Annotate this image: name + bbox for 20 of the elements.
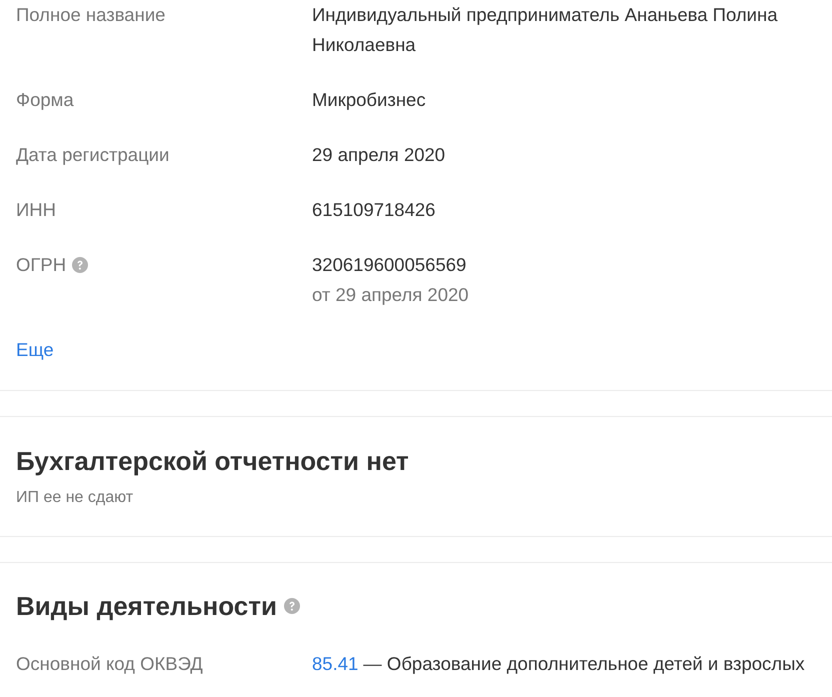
activity-description: — Образование дополнительное детей и взрослых — [363, 652, 805, 676]
field-value: Индивидуальный предприниматель Ананьева Полина Николаевна — [312, 3, 778, 57]
help-icon[interactable] — [72, 257, 88, 273]
field-note: от 29 апреля 2020 — [312, 283, 470, 307]
section-subtitle: ИП ее не сдают — [16, 488, 134, 508]
section-heading: Бухгалтерской отчетности нет — [16, 445, 410, 477]
field-label: Основной код ОКВЭД — [16, 652, 204, 676]
field-label: ОГРН — [16, 253, 66, 277]
help-icon[interactable] — [284, 598, 300, 614]
field-label: Форма — [16, 88, 74, 112]
okved-code-link[interactable]: 85.41 — [312, 649, 358, 679]
field-label: ИНН — [16, 198, 56, 222]
section-heading: Виды деятельности — [16, 590, 277, 622]
field-value: Микробизнес — [312, 88, 427, 112]
field-label: Полное название — [16, 3, 166, 27]
field-label: Дата регистрации — [16, 143, 170, 167]
more-link[interactable]: Еще — [16, 335, 54, 365]
field-value: 29 апреля 2020 — [312, 143, 446, 167]
field-value: 615109718426 — [312, 198, 436, 222]
field-value: 320619600056569 — [312, 253, 468, 277]
